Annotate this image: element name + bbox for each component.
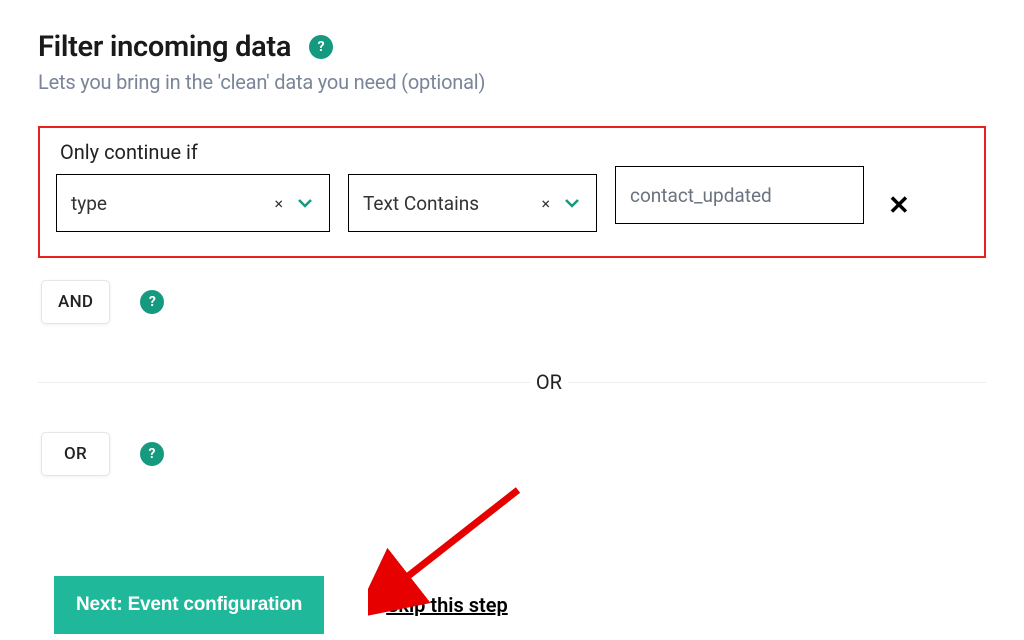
- or-divider-label: OR: [530, 370, 568, 394]
- chevron-down-icon[interactable]: [558, 193, 582, 213]
- value-input[interactable]: contact_updated: [615, 166, 864, 224]
- remove-row-button[interactable]: ✕: [882, 191, 916, 221]
- help-icon[interactable]: ?: [309, 35, 333, 59]
- operator-select[interactable]: Text Contains ×: [348, 174, 597, 232]
- next-button[interactable]: Next: Event configuration: [54, 576, 324, 634]
- help-icon[interactable]: ?: [140, 290, 164, 314]
- clear-icon[interactable]: ×: [266, 194, 291, 213]
- and-button[interactable]: AND: [41, 280, 110, 324]
- clear-icon[interactable]: ×: [533, 194, 558, 213]
- field-select-value: type: [71, 192, 107, 215]
- filter-condition-box: Only continue if type × Text Contains × …: [38, 126, 986, 258]
- page-title: Filter incoming data: [38, 30, 291, 64]
- or-button[interactable]: OR: [41, 432, 110, 476]
- chevron-down-icon[interactable]: [291, 193, 315, 213]
- field-select[interactable]: type ×: [56, 174, 330, 232]
- help-icon[interactable]: ?: [140, 442, 164, 466]
- or-divider: OR: [38, 370, 986, 394]
- condition-label: Only continue if: [60, 140, 968, 164]
- page-subtitle: Lets you bring in the 'clean' data you n…: [38, 70, 986, 94]
- value-input-text: contact_updated: [630, 184, 772, 207]
- skip-link[interactable]: Skip this step: [386, 593, 508, 617]
- operator-select-value: Text Contains: [363, 192, 479, 215]
